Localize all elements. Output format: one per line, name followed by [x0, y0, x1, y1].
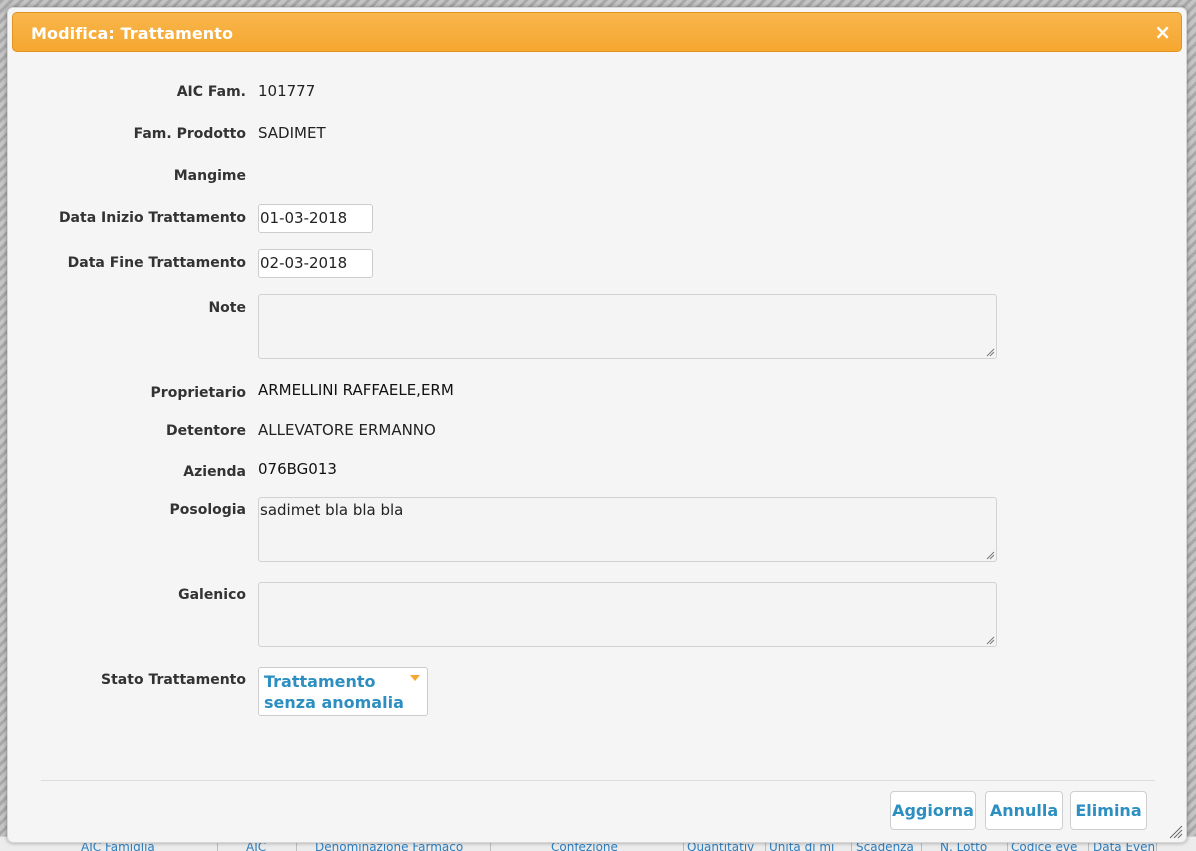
resize-grip-icon[interactable] [986, 636, 995, 645]
footer-divider [41, 780, 1155, 781]
aic-fam-label: AIC Fam. [176, 84, 246, 100]
edit-trattamento-dialog: Modifica: Trattamento × AIC Fam. 101777 … [7, 7, 1187, 843]
stato-trattamento-label: Stato Trattamento [101, 672, 246, 688]
posologia-label: Posologia [169, 502, 246, 518]
stato-trattamento-selected: Trattamento senza anomalia [264, 672, 404, 712]
aggiorna-button[interactable]: Aggiorna [890, 791, 976, 830]
resize-grip-icon[interactable] [986, 348, 995, 357]
annulla-button[interactable]: Annulla [985, 791, 1063, 830]
data-inizio-label: Data Inizio Trattamento [58, 210, 246, 226]
fam-prodotto-value: SADIMET [258, 124, 326, 142]
proprietario-value: ARMELLINI RAFFAELE,ERM [258, 381, 454, 399]
elimina-button[interactable]: Elimina [1070, 791, 1147, 830]
data-fine-input[interactable]: 02-03-2018 [258, 249, 373, 278]
posologia-textarea[interactable]: sadimet bla bla bla [258, 497, 997, 562]
mangime-label: Mangime [173, 168, 246, 184]
dropdown-arrow-icon [410, 675, 420, 681]
posologia-text: sadimet bla bla bla [260, 501, 404, 519]
azienda-label: Azienda [183, 464, 246, 480]
note-textarea[interactable] [258, 294, 997, 359]
dialog-resize-grip-icon[interactable] [1169, 825, 1183, 839]
note-label: Note [208, 300, 246, 316]
close-icon[interactable]: × [1154, 20, 1171, 44]
fam-prodotto-label: Fam. Prodotto [133, 126, 246, 142]
data-inizio-input[interactable]: 01-03-2018 [258, 204, 373, 233]
detentore-value: ALLEVATORE ERMANNO [258, 421, 436, 439]
galenico-label: Galenico [178, 587, 246, 603]
proprietario-label: Proprietario [150, 385, 246, 401]
aic-fam-value: 101777 [258, 82, 316, 100]
data-fine-label: Data Fine Trattamento [67, 255, 246, 271]
stato-trattamento-select[interactable]: Trattamento senza anomalia [258, 667, 428, 716]
azienda-value: 076BG013 [258, 460, 337, 478]
detentore-label: Detentore [166, 423, 246, 439]
dialog-title: Modifica: Trattamento [31, 24, 234, 43]
galenico-textarea[interactable] [258, 582, 997, 647]
dialog-title-bar[interactable]: Modifica: Trattamento × [12, 12, 1182, 52]
resize-grip-icon[interactable] [986, 551, 995, 560]
